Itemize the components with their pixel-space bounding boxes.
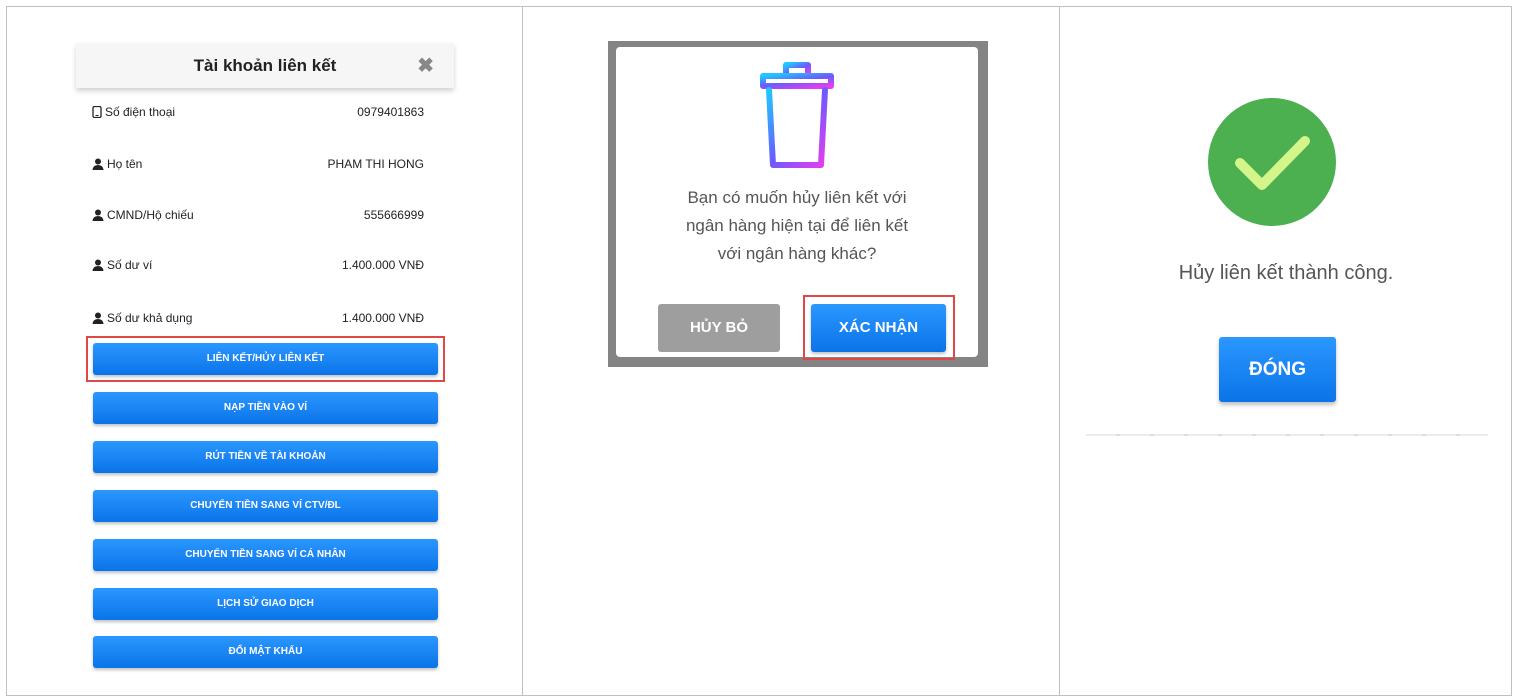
info-value: 1.400.000 VNĐ (341, 258, 424, 272)
info-row-fullname: Họ tên PHAM THI HONG (92, 157, 424, 177)
close-button[interactable]: ĐÓNG (1219, 337, 1336, 402)
transfer-personal-wallet-button[interactable]: CHUYỂN TIỀN SANG VÍ CÁ NHÂN (93, 539, 438, 571)
check-circle-icon (1208, 98, 1336, 226)
deposit-button[interactable]: NẠP TIỀN VÀO VÍ (93, 392, 438, 424)
info-value: 0979401863 (357, 105, 424, 119)
highlight-box (803, 295, 955, 360)
panel-divider (1059, 6, 1060, 696)
highlight-box (86, 336, 445, 382)
user-icon (92, 209, 104, 221)
change-password-button[interactable]: ĐỔI MẬT KHẨU (93, 636, 438, 668)
phone-icon (92, 106, 102, 118)
info-value: 1.400.000 VNĐ (341, 311, 424, 325)
panel-divider (522, 6, 523, 696)
linked-account-panel: Tài khoản liên kết ✖ (76, 43, 454, 88)
withdraw-button[interactable]: RÚT TIỀN VỀ TÀI KHOẢN (93, 441, 438, 473)
info-value: 555666999 (363, 208, 424, 222)
info-row-id: CMND/Hộ chiếu 555666999 (92, 208, 424, 228)
transaction-history-button[interactable]: LỊCH SỬ GIAO DỊCH (93, 588, 438, 620)
info-row-wallet-balance: Số dư ví 1.400.000 VNĐ (92, 258, 424, 278)
close-icon[interactable]: ✖ (417, 43, 434, 89)
success-message: Hủy liên kết thành công. (1178, 262, 1394, 284)
user-icon (92, 312, 104, 324)
info-value: PHAM THI HONG (327, 157, 424, 171)
panel-header: Tài khoản liên kết ✖ (76, 43, 454, 88)
panel-title: Tài khoản liên kết (193, 56, 337, 75)
info-label: CMND/Hộ chiếu (92, 208, 194, 222)
info-label: Số dư ví (92, 258, 152, 272)
cancel-button[interactable]: HỦY BỎ (658, 304, 780, 352)
info-row-phone: Số điện thoại 0979401863 (92, 105, 424, 125)
user-icon (92, 259, 104, 271)
divider (1086, 434, 1488, 436)
info-label: Số dư khả dụng (92, 311, 192, 325)
confirm-message: Bạn có muốn hủy liên kết với ngân hàng h… (685, 188, 909, 263)
user-icon (92, 158, 104, 170)
info-label: Số điện thoại (92, 105, 175, 119)
info-label: Họ tên (92, 157, 142, 171)
transfer-agent-wallet-button[interactable]: CHUYỂN TIỀN SANG VÍ CTV/ĐL (93, 490, 438, 522)
info-row-available-balance: Số dư khả dụng 1.400.000 VNĐ (92, 311, 424, 331)
trash-icon (760, 62, 834, 168)
